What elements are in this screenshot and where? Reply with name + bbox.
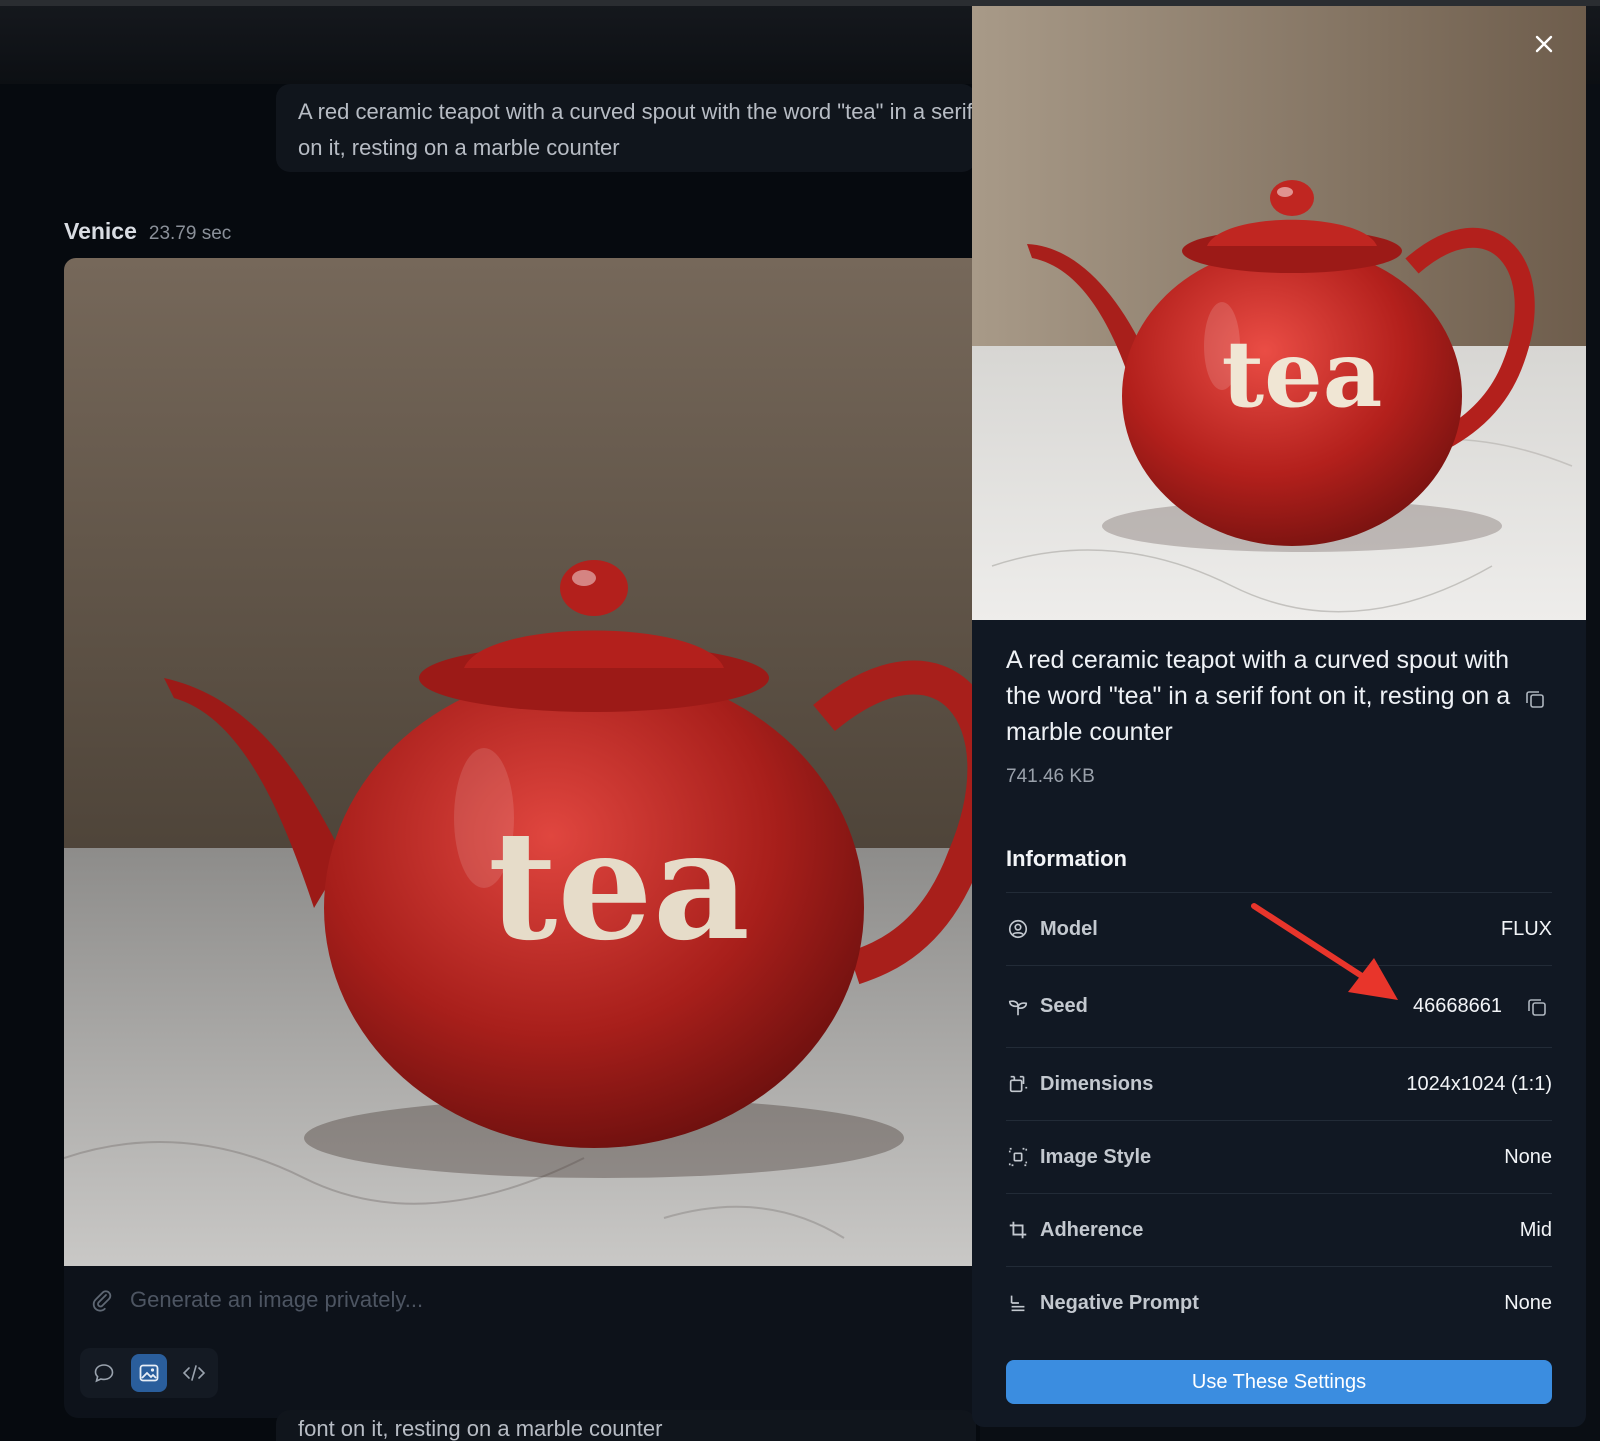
info-value-image-style: None [1504, 1145, 1552, 1168]
info-label-adherence: Adherence [1040, 1218, 1144, 1241]
info-value-seed: 46668661 [1413, 995, 1502, 1017]
info-row-dimensions: Dimensions 1024x1024 (1:1) [1006, 1047, 1552, 1120]
sender-name: Venice [64, 218, 137, 244]
crop-icon [1006, 1218, 1030, 1242]
information-heading: Information [1006, 846, 1127, 871]
partial-text: font on it, resting on a marble counter [298, 1416, 663, 1441]
assistant-header: Venice 23.79 sec [64, 218, 231, 245]
image-word-small: tea [1222, 320, 1383, 428]
info-label-image-style: Image Style [1040, 1145, 1152, 1168]
close-icon[interactable] [1524, 24, 1564, 64]
copy-prompt-icon[interactable] [1518, 682, 1552, 716]
text-align-icon [1006, 1291, 1030, 1315]
response-time: 23.79 sec [148, 223, 232, 244]
paperclip-icon[interactable] [90, 1288, 114, 1312]
image-details-panel: tea A red ceramic teapot with a curved s… [972, 6, 1586, 1427]
use-these-settings-button[interactable]: Use These Settings [1006, 1360, 1552, 1404]
prompt-input[interactable] [130, 1282, 910, 1318]
image-icon[interactable] [130, 1354, 168, 1392]
info-label-model: Model [1040, 917, 1098, 940]
generated-image[interactable]: tea [64, 258, 980, 1266]
info-row-negative-prompt: Negative Prompt None [1006, 1266, 1552, 1339]
info-label-seed: Seed [1040, 995, 1088, 1017]
user-circle-icon [1006, 917, 1030, 941]
sprout-icon [1006, 995, 1030, 1019]
prompt-text: A red ceramic teapot with a curved spout… [1006, 646, 1511, 746]
info-value-dimensions: 1024x1024 (1:1) [1406, 1072, 1552, 1095]
file-size: 741.46 KB [1006, 766, 1095, 787]
user-message-text: A red ceramic teapot with a curved spout… [298, 99, 976, 160]
composer [64, 1266, 980, 1418]
teapot-image-small: tea [972, 6, 1586, 620]
copy-seed-icon[interactable] [1522, 992, 1552, 1022]
user-message-partial: font on it, resting on a marble counter [276, 1410, 976, 1441]
annotation-arrow-icon [1251, 903, 1398, 1000]
info-value-negative-prompt: None [1504, 1291, 1552, 1314]
mode-switcher [80, 1348, 218, 1398]
focus-icon [1006, 1145, 1030, 1169]
info-label-dimensions: Dimensions [1040, 1072, 1154, 1095]
panel-image: tea [972, 6, 1586, 620]
user-message-bubble: A red ceramic teapot with a curved spout… [276, 84, 976, 172]
info-row-adherence: Adherence Mid [1006, 1193, 1552, 1266]
code-icon[interactable] [175, 1354, 212, 1392]
chat-bubble-icon[interactable] [86, 1354, 123, 1392]
info-label-negative-prompt: Negative Prompt [1040, 1291, 1199, 1314]
info-value-model: FLUX [1500, 917, 1552, 940]
teapot-image-large: tea [64, 258, 980, 1266]
info-value-adherence: Mid [1519, 1218, 1552, 1241]
info-row-image-style: Image Style None [1006, 1120, 1552, 1193]
image-word-large: tea [488, 798, 750, 974]
crop-frame-icon [1006, 1072, 1030, 1096]
